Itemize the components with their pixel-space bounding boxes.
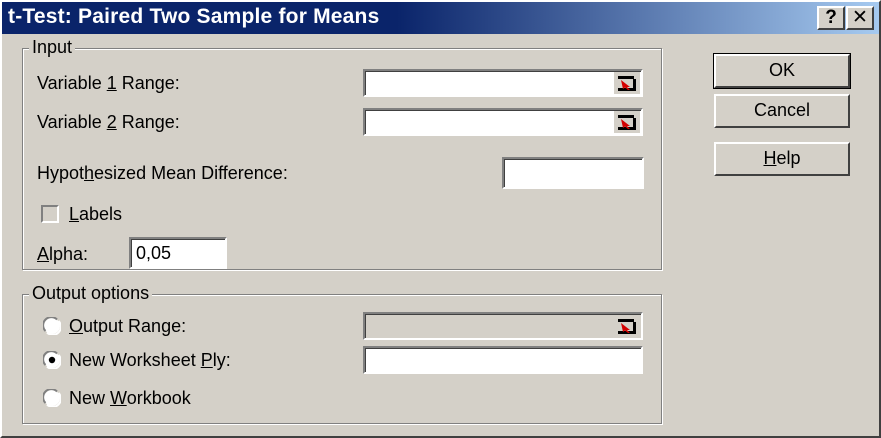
variable-1-range-input[interactable] (363, 69, 643, 97)
window-title: t-Test: Paired Two Sample for Means (8, 5, 380, 28)
input-group: Input Variable 1 Range: Variable 2 Range… (22, 37, 662, 270)
close-button[interactable]: ✕ (846, 6, 874, 30)
ttest-dialog: t-Test: Paired Two Sample for Means ? ✕ … (0, 0, 881, 438)
hypothesized-mean-difference-input[interactable] (502, 157, 644, 189)
collapse-dialog-icon[interactable] (614, 72, 640, 94)
help-context-button[interactable]: ? (817, 6, 845, 30)
output-range-label[interactable]: Output Range: (69, 316, 186, 337)
alpha-label: Alpha: (37, 244, 89, 264)
help-button[interactable]: Help (714, 142, 850, 176)
labels-checkbox-label[interactable]: Labels (69, 204, 122, 225)
output-range-input[interactable] (363, 312, 643, 340)
variable-1-range-label: Variable 1 Range: (37, 73, 180, 93)
ok-button[interactable]: OK (713, 53, 851, 89)
title-bar[interactable]: t-Test: Paired Two Sample for Means ? ✕ (2, 2, 879, 34)
new-worksheet-ply-radio[interactable] (43, 351, 61, 369)
variable-2-range-label: Variable 2 Range: (37, 112, 180, 132)
new-worksheet-ply-input[interactable] (363, 346, 643, 374)
output-options-group: Output options Output Range: New Workshe… (22, 283, 662, 424)
hypothesized-mean-difference-label: Hypothesized Mean Difference: (37, 163, 288, 183)
new-workbook-radio[interactable] (43, 389, 61, 407)
input-group-legend: Input (29, 37, 76, 58)
new-worksheet-ply-label[interactable]: New Worksheet Ply: (69, 350, 231, 371)
question-mark-icon: ? (825, 7, 837, 28)
close-icon: ✕ (852, 7, 868, 28)
labels-checkbox[interactable] (41, 205, 59, 223)
variable-2-range-input[interactable] (363, 108, 643, 136)
new-workbook-label[interactable]: New Workbook (69, 388, 191, 409)
collapse-dialog-icon[interactable] (614, 111, 640, 133)
collapse-dialog-icon[interactable] (614, 315, 640, 337)
output-range-radio[interactable] (43, 317, 61, 335)
alpha-input[interactable]: 0,05 (129, 237, 227, 269)
output-options-legend: Output options (29, 283, 153, 304)
cancel-button[interactable]: Cancel (714, 94, 850, 128)
